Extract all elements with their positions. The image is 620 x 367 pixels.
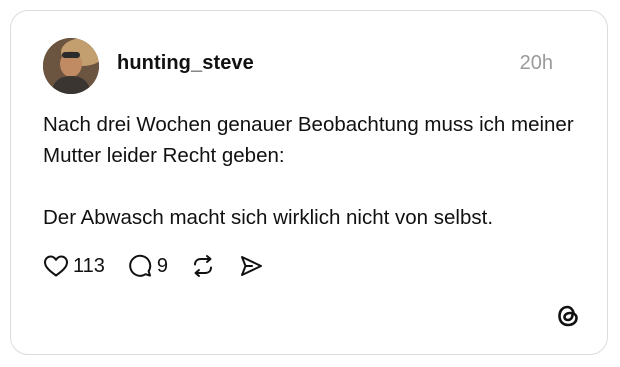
repost-icon: [190, 253, 216, 279]
username[interactable]: hunting_steve: [117, 52, 254, 75]
like-button[interactable]: 113: [43, 254, 105, 278]
comment-icon: [127, 253, 153, 279]
post-time: 20h: [519, 52, 553, 74]
avatar-image: [43, 38, 99, 94]
share-button[interactable]: [238, 253, 264, 279]
heart-icon: [43, 254, 69, 278]
post-text: Nach drei Wochen genauer Beobachtung mus…: [43, 113, 574, 229]
like-count: 113: [73, 254, 105, 277]
post-card[interactable]: hunting_steve 20h Nach drei Wochen genau…: [10, 10, 608, 355]
action-bar: 113 9: [43, 251, 286, 281]
reply-button[interactable]: 9: [127, 253, 168, 279]
threads-logo-icon[interactable]: [555, 303, 581, 329]
repost-button[interactable]: [190, 253, 216, 279]
reply-count: 9: [156, 254, 169, 277]
avatar[interactable]: [43, 38, 99, 94]
send-icon: [238, 253, 264, 279]
